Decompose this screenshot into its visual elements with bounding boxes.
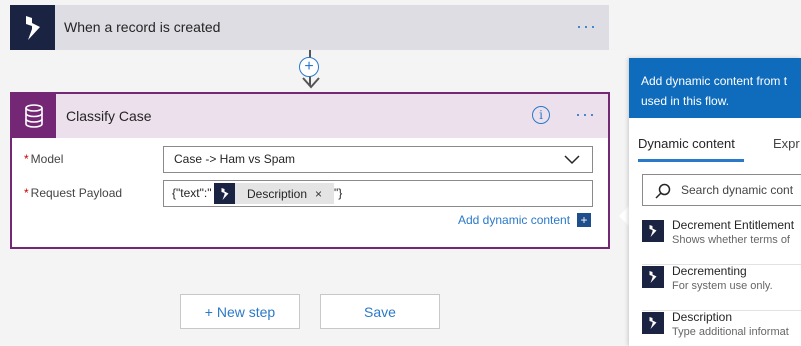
- payload-prefix: {"text":": [172, 186, 212, 200]
- dynamics-logo-icon: [10, 5, 55, 50]
- payload-suffix: "}: [334, 186, 343, 200]
- dynamics-logo-icon: [214, 183, 235, 204]
- new-step-button[interactable]: + New step: [180, 294, 300, 329]
- required-mark: *: [24, 152, 29, 166]
- info-icon[interactable]: i: [532, 106, 550, 124]
- model-label: * Model: [24, 152, 64, 166]
- add-dynamic-content-icon[interactable]: +: [577, 213, 591, 227]
- model-value: Case -> Ham vs Spam: [174, 152, 296, 166]
- trigger-more-icon[interactable]: ···: [576, 16, 597, 37]
- action-more-icon[interactable]: ···: [575, 104, 596, 125]
- required-mark: *: [24, 186, 29, 200]
- panel-tabs: Dynamic content Expr: [629, 118, 801, 162]
- list-item[interactable]: Decrementing For system use only.: [642, 264, 801, 311]
- active-tab-indicator: [638, 159, 744, 162]
- save-button[interactable]: Save: [320, 294, 440, 329]
- search-icon: [655, 183, 671, 199]
- arrow-down-icon: [302, 77, 320, 89]
- classify-case-card: Classify Case i ··· * Model Case -> Ham v…: [10, 92, 610, 249]
- list-item[interactable]: Description Type additional informat: [642, 310, 801, 346]
- tab-dynamic-content[interactable]: Dynamic content: [638, 136, 735, 151]
- panel-header: Add dynamic content from t used in this …: [629, 58, 801, 118]
- token-remove-icon[interactable]: ×: [315, 187, 322, 201]
- token-label: Description: [247, 186, 308, 201]
- dynamics-logo-icon: [642, 312, 664, 334]
- panel-header-line2: used in this flow.: [641, 94, 730, 108]
- panel-header-line1: Add dynamic content from t: [641, 74, 788, 88]
- add-dynamic-content-link[interactable]: Add dynamic content: [458, 213, 570, 227]
- payload-label: * Request Payload: [24, 186, 123, 200]
- trigger-card[interactable]: When a record is created ···: [10, 5, 609, 50]
- item-name: Decrement Entitlement: [672, 218, 795, 232]
- search-placeholder: Search dynamic cont: [681, 183, 794, 197]
- item-description: Type additional informat: [672, 326, 789, 338]
- dynamic-content-panel: Add dynamic content from t used in this …: [629, 58, 801, 346]
- item-description: For system use only.: [672, 280, 773, 292]
- insert-step-button[interactable]: +: [299, 57, 319, 77]
- tab-expression[interactable]: Expr: [773, 136, 800, 151]
- dynamic-token-description[interactable]: Description ×: [214, 183, 334, 204]
- payload-input[interactable]: {"text":" Description × "}: [163, 180, 593, 207]
- trigger-title: When a record is created: [64, 19, 221, 35]
- classify-case-header[interactable]: Classify Case i ···: [12, 94, 608, 138]
- dynamics-logo-icon: [642, 266, 664, 288]
- model-dropdown[interactable]: Case -> Ham vs Spam: [163, 146, 593, 173]
- list-item[interactable]: Decrement Entitlement Shows whether term…: [642, 218, 801, 265]
- search-input[interactable]: Search dynamic cont: [642, 174, 801, 206]
- database-icon: [12, 94, 56, 138]
- item-name: Decrementing: [672, 264, 747, 278]
- item-description: Shows whether terms of: [672, 234, 790, 246]
- panel-pointer: [619, 206, 629, 226]
- chevron-down-icon: [564, 155, 580, 165]
- action-title: Classify Case: [66, 108, 152, 124]
- dynamics-logo-icon: [642, 220, 664, 242]
- item-name: Description: [672, 310, 733, 324]
